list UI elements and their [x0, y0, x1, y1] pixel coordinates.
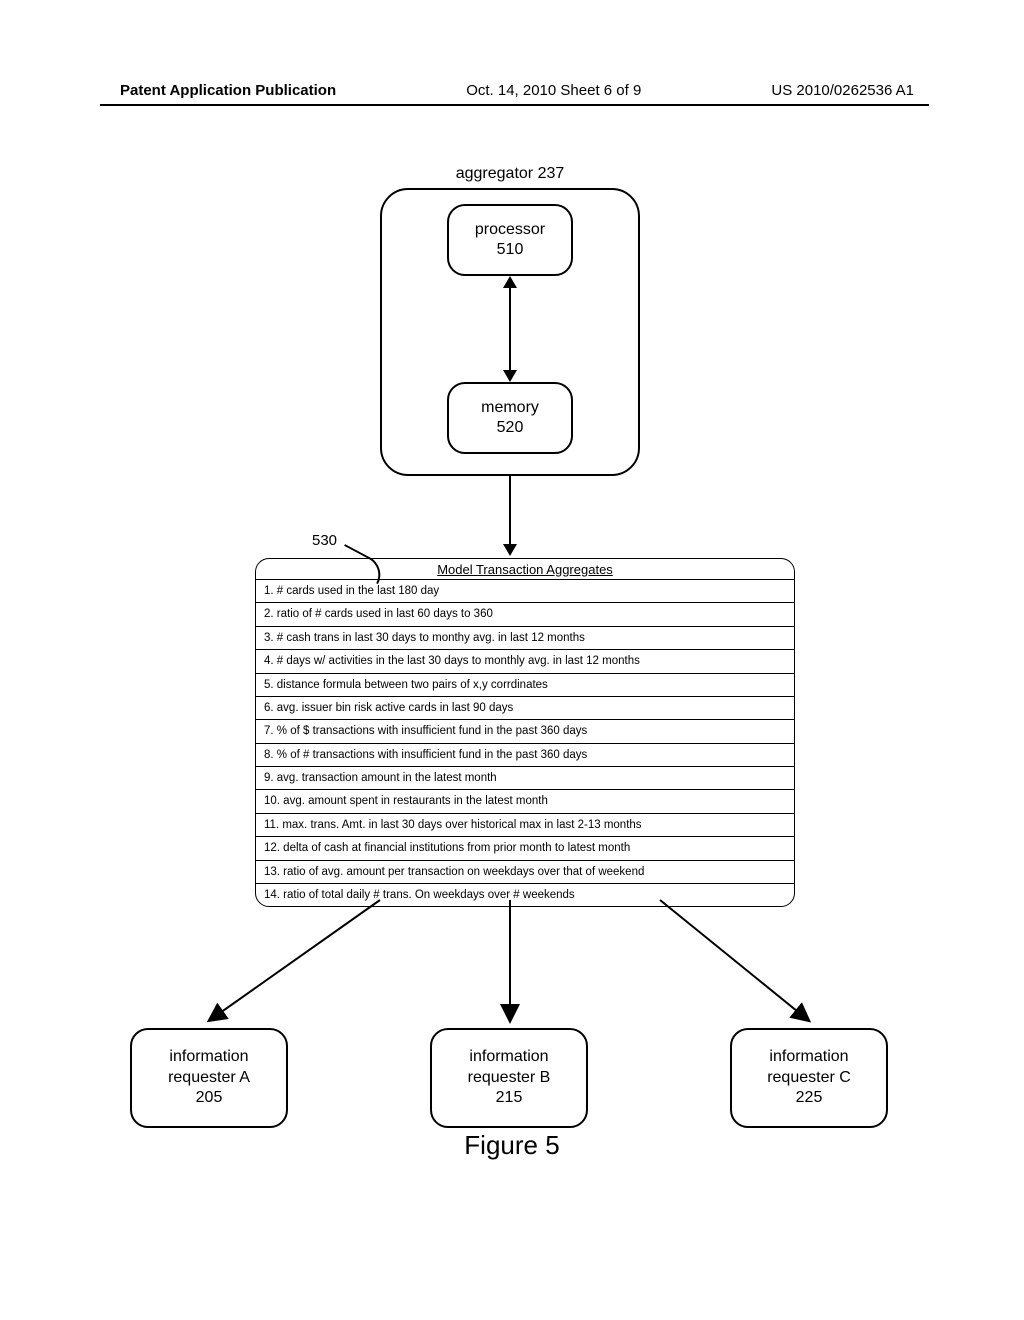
requester-c-box: information requester C 225 — [730, 1028, 888, 1128]
header-center: Oct. 14, 2010 Sheet 6 of 9 — [466, 82, 641, 99]
header-right: US 2010/0262536 A1 — [771, 82, 914, 99]
processor-memory-arrow — [509, 286, 511, 372]
table-row: 11. max. trans. Amt. in last 30 days ove… — [256, 814, 794, 837]
requester-b-box: information requester B 215 — [430, 1028, 588, 1128]
requester-c-line2: requester C — [767, 1068, 851, 1089]
processor-ref: 510 — [497, 240, 524, 260]
table-row: 14. ratio of total daily # trans. On wee… — [256, 884, 794, 906]
requester-b-ref: 215 — [496, 1088, 523, 1109]
aggregator-to-table-arrow — [509, 476, 511, 546]
table-row: 6. avg. issuer bin risk active cards in … — [256, 697, 794, 720]
ref-530-label: 530 — [312, 532, 337, 549]
aggregates-table-title: Model Transaction Aggregates — [256, 559, 794, 580]
memory-label: memory — [481, 398, 539, 418]
table-row: 7. % of $ transactions with insufficient… — [256, 720, 794, 743]
requester-b-line1: information — [469, 1047, 548, 1068]
table-row: 8. % of # transactions with insufficient… — [256, 744, 794, 767]
aggregator-box: processor 510 memory 520 — [380, 188, 640, 476]
figure-caption: Figure 5 — [464, 1130, 559, 1161]
table-row: 10. avg. amount spent in restaurants in … — [256, 790, 794, 813]
table-row: 5. distance formula between two pairs of… — [256, 674, 794, 697]
memory-ref: 520 — [497, 418, 524, 438]
memory-box: memory 520 — [447, 382, 573, 454]
table-row: 9. avg. transaction amount in the latest… — [256, 767, 794, 790]
requester-c-ref: 225 — [796, 1088, 823, 1109]
page-header: Patent Application Publication Oct. 14, … — [0, 82, 1024, 99]
aggregator-label: aggregator 237 — [456, 165, 565, 183]
requester-a-line2: requester A — [168, 1068, 250, 1089]
requester-a-ref: 205 — [196, 1088, 223, 1109]
table-row: 1. # cards used in the last 180 day — [256, 580, 794, 603]
table-row: 13. ratio of avg. amount per transaction… — [256, 861, 794, 884]
header-rule — [100, 104, 929, 106]
requester-c-line1: information — [769, 1047, 848, 1068]
requester-b-line2: requester B — [468, 1068, 551, 1089]
requester-a-line1: information — [169, 1047, 248, 1068]
processor-box: processor 510 — [447, 204, 573, 276]
aggregates-table: Model Transaction Aggregates 1. # cards … — [255, 558, 795, 907]
requester-a-box: information requester A 205 — [130, 1028, 288, 1128]
table-row: 4. # days w/ activities in the last 30 d… — [256, 650, 794, 673]
table-row: 12. delta of cash at financial instituti… — [256, 837, 794, 860]
figure-diagram: aggregator 237 processor 510 memory 520 … — [100, 140, 920, 1200]
table-row: 3. # cash trans in last 30 days to month… — [256, 627, 794, 650]
table-row: 2. ratio of # cards used in last 60 days… — [256, 603, 794, 626]
processor-label: processor — [475, 220, 545, 240]
header-left: Patent Application Publication — [120, 82, 336, 99]
